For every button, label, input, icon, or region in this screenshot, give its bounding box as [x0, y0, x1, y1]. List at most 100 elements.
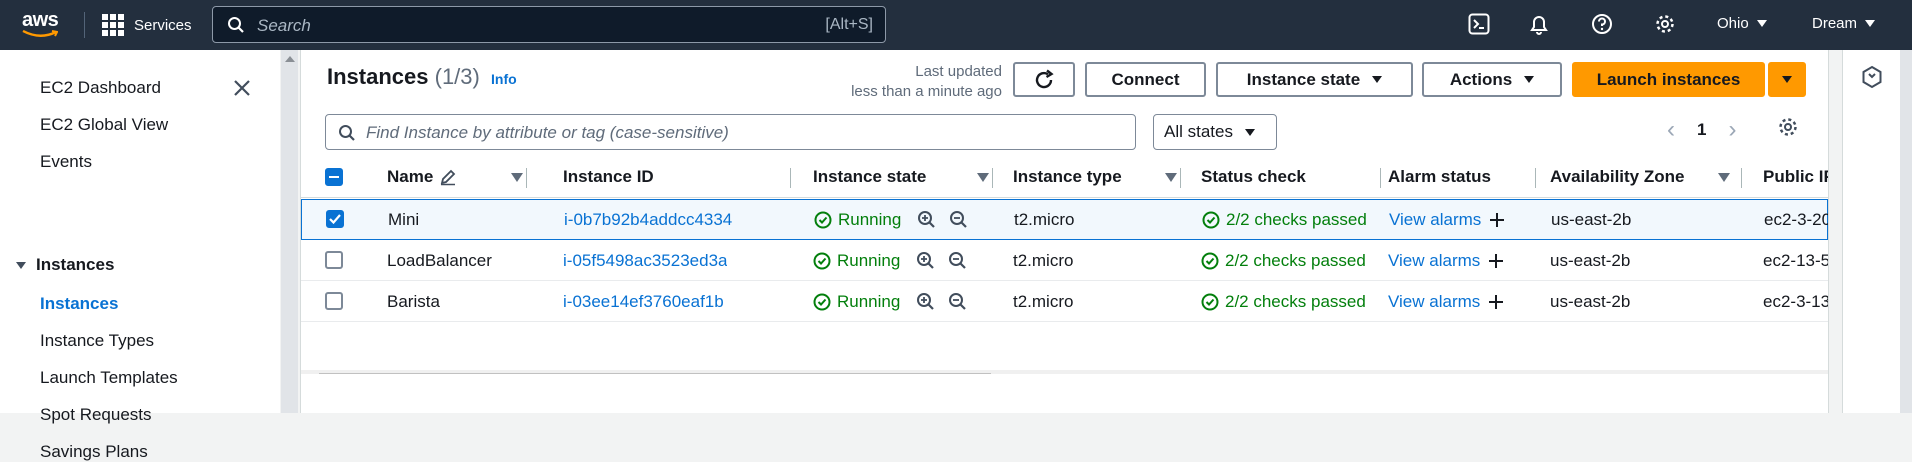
side-navigation: EC2 Dashboard EC2 Global View Events Ins… [0, 50, 280, 461]
sort-icon [1165, 172, 1177, 182]
instance-type: t2.micro [1013, 250, 1074, 270]
public-dns: ec2-3-20 [1764, 209, 1828, 229]
row-checkbox[interactable] [325, 251, 343, 269]
zoom-out-icon[interactable] [949, 210, 969, 230]
chevron-down-icon [1756, 20, 1767, 27]
instance-state-text: Running [838, 209, 902, 229]
column-header-status-check[interactable]: Status check [1201, 156, 1381, 198]
next-page-icon[interactable]: › [1728, 116, 1736, 144]
account-menu[interactable]: Dream [1812, 15, 1876, 32]
refresh-icon [1035, 69, 1054, 88]
sort-icon [1718, 172, 1730, 182]
aws-logo-text: aws [22, 9, 59, 31]
page-title-text: Instances [327, 64, 429, 89]
sidebar-item-ec2-dashboard[interactable]: EC2 Dashboard [40, 78, 161, 98]
notifications-bell-icon[interactable] [1528, 13, 1550, 35]
instance-state-label: Instance state [1246, 69, 1361, 89]
sidebar-item-ec2-global-view[interactable]: EC2 Global View [40, 115, 168, 135]
row-checkbox[interactable] [326, 210, 344, 228]
edit-pencil-icon [441, 169, 456, 186]
view-alarms-link[interactable]: View alarms [1389, 200, 1505, 239]
sidebar-item-spot-requests[interactable]: Spot Requests [40, 405, 152, 425]
launch-instances-button[interactable]: Launch instances [1572, 62, 1765, 97]
instance-id-link[interactable]: i-03ee14ef3760eaf1b [563, 282, 724, 321]
column-header-instance-state[interactable]: Instance state [813, 156, 993, 198]
top-navigation-bar: aws Services Search [Alt+S] Ohio Dream [0, 0, 1912, 50]
main-scrollbar[interactable] [1828, 50, 1842, 413]
column-header-name[interactable]: Name [387, 156, 527, 198]
select-all-checkbox[interactable] [325, 168, 343, 186]
sidebar-item-launch-templates[interactable]: Launch Templates [40, 368, 178, 388]
panel-toggle-icon[interactable] [1860, 65, 1884, 89]
column-header-public-dns[interactable]: Public IPv4 DNS [1763, 156, 1828, 198]
aws-logo[interactable]: aws [20, 8, 64, 42]
region-selector[interactable]: Ohio [1717, 15, 1767, 32]
aws-smile-icon [22, 30, 58, 37]
row-checkbox[interactable] [325, 292, 343, 310]
zoom-in-icon[interactable] [916, 292, 936, 312]
close-icon[interactable] [232, 78, 252, 98]
settings-gear-icon[interactable] [1654, 13, 1676, 35]
table-row[interactable]: Barista i-03ee14ef3760eaf1b Running t2.m… [301, 281, 1828, 322]
current-page[interactable]: 1 [1697, 120, 1706, 140]
column-header-alarm-status[interactable]: Alarm status [1388, 156, 1536, 198]
scrollbar-thumb[interactable] [319, 373, 991, 374]
sidebar-section-instances[interactable]: Instances [16, 255, 114, 275]
account-label: Dream [1812, 15, 1858, 32]
zoom-in-icon[interactable] [916, 251, 936, 271]
view-alarms-link[interactable]: View alarms [1388, 241, 1504, 280]
view-alarms-label: View alarms [1388, 250, 1481, 270]
status-check: 2/2 checks passed [1201, 282, 1369, 321]
table-row[interactable]: LoadBalancer i-05f5498ac3523ed3a Running… [301, 240, 1828, 281]
table-horizontal-scrollbar[interactable] [301, 370, 1828, 374]
previous-page-icon[interactable]: ‹ [1667, 116, 1675, 144]
help-icon[interactable] [1591, 13, 1613, 35]
table-row[interactable]: Mini i-0b7b92b4addcc4334 Running t2.micr… [301, 199, 1828, 240]
actions-label: Actions [1449, 69, 1513, 89]
plus-icon[interactable] [1488, 253, 1504, 269]
launch-instances-menu-button[interactable] [1768, 62, 1806, 97]
zoom-out-icon[interactable] [948, 292, 968, 312]
instance-id-link[interactable]: i-0b7b92b4addcc4334 [564, 200, 732, 239]
instance-name: LoadBalancer [387, 250, 492, 270]
sidebar-item-savings-plans[interactable]: Savings Plans [40, 442, 148, 462]
check-circle-icon [1202, 211, 1220, 228]
status-check: 2/2 checks passed [1202, 200, 1370, 239]
plus-icon[interactable] [1488, 294, 1504, 310]
plus-icon[interactable] [1489, 212, 1505, 228]
services-label: Services [134, 16, 192, 34]
column-header-alarm-status-label: Alarm status [1388, 167, 1491, 186]
instance-filter-input[interactable]: Find Instance by attribute or tag (case-… [325, 114, 1136, 150]
cloudshell-icon[interactable] [1468, 13, 1490, 35]
column-header-availability-zone[interactable]: Availability Zone [1550, 156, 1742, 198]
refresh-button[interactable] [1013, 62, 1075, 97]
sidebar-item-events[interactable]: Events [40, 152, 92, 172]
sort-icon [511, 172, 523, 182]
states-filter-select[interactable]: All states [1153, 114, 1277, 150]
check-circle-icon [1201, 252, 1219, 269]
instance-id-link[interactable]: i-05f5498ac3523ed3a [563, 241, 727, 280]
last-updated-value: less than a minute ago [851, 83, 1002, 100]
table-preferences-gear-icon[interactable] [1777, 116, 1799, 138]
check-circle-icon [813, 252, 831, 269]
column-header-instance-id[interactable]: Instance ID [563, 156, 791, 198]
info-link[interactable]: Info [491, 71, 517, 87]
sidebar-item-instance-types[interactable]: Instance Types [40, 331, 154, 351]
actions-dropdown[interactable]: Actions [1422, 62, 1562, 97]
sidebar-scrollbar[interactable] [281, 50, 298, 413]
global-search-input[interactable]: Search [Alt+S] [212, 6, 886, 43]
view-alarms-link[interactable]: View alarms [1388, 282, 1504, 321]
connect-button[interactable]: Connect [1085, 62, 1206, 97]
zoom-out-icon[interactable] [948, 251, 968, 271]
page-scrollbar[interactable] [1900, 50, 1912, 413]
instance-state-text: Running [837, 250, 901, 270]
services-menu-button[interactable]: Services [102, 13, 192, 37]
zoom-in-icon[interactable] [917, 210, 937, 230]
column-header-instance-type[interactable]: Instance type [1013, 156, 1181, 198]
utility-panel [1842, 50, 1900, 413]
chevron-down-icon [1524, 76, 1535, 83]
instance-state-text: Running [837, 291, 901, 311]
caret-down-icon [16, 261, 26, 269]
instance-state-dropdown[interactable]: Instance state [1216, 62, 1413, 97]
sidebar-item-instances[interactable]: Instances [40, 294, 118, 314]
